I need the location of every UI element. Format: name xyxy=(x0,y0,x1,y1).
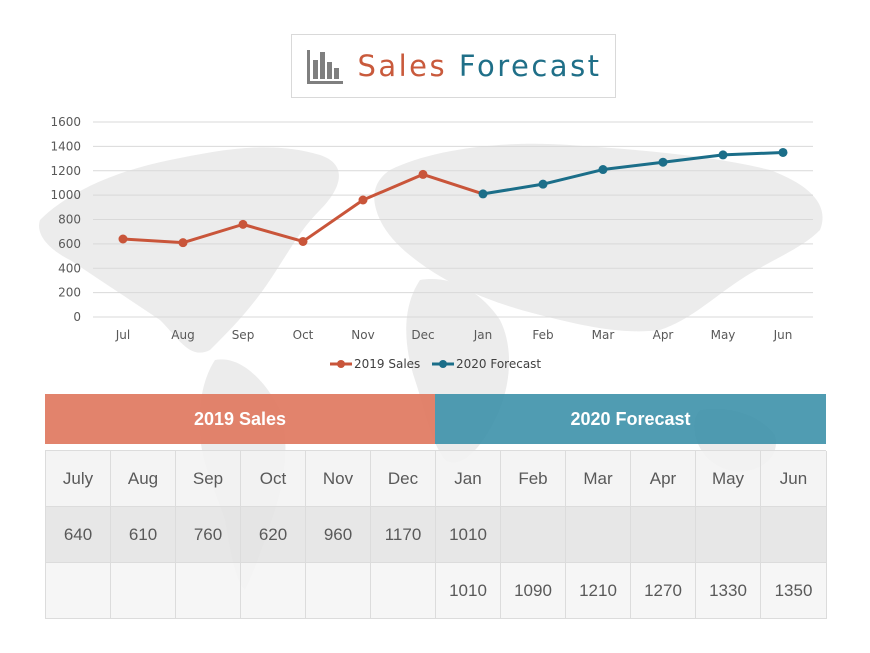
x-tick-label: May xyxy=(711,328,736,342)
x-tick-label: Aug xyxy=(171,328,194,342)
y-tick-label: 400 xyxy=(58,261,81,275)
x-tick-label: Feb xyxy=(532,328,553,342)
data-point xyxy=(238,219,248,229)
month-cell: Sep xyxy=(176,451,241,507)
x-axis-ticks: Jul Aug Sep Oct Nov Dec Jan Feb Mar Apr May Jun xyxy=(115,328,793,342)
forecast-cell xyxy=(111,563,176,619)
series-line-1 xyxy=(482,150,784,196)
legend-label: 2020 Forecast xyxy=(456,357,541,371)
page-title: Sales Forecast xyxy=(357,49,601,83)
forecast-cell: 1350 xyxy=(761,563,827,619)
sales-cell: 760 xyxy=(176,507,241,563)
sales-cell: 1010 xyxy=(436,507,501,563)
data-point xyxy=(598,165,608,175)
data-point xyxy=(778,147,788,157)
line-chart: 0 200 400 600 800 1000 1200 1400 1600 Jul Aug Sep O… xyxy=(50,115,813,371)
forecast-header: 2020 Forecast xyxy=(435,394,826,444)
data-point xyxy=(658,157,668,167)
x-tick-label: Jul xyxy=(115,328,130,342)
forecast-cell: 1330 xyxy=(696,563,761,619)
sales-cell xyxy=(696,507,761,563)
y-tick-label: 600 xyxy=(58,237,81,251)
sales-cell: 610 xyxy=(111,507,176,563)
data-point xyxy=(718,150,728,160)
chart-legend: 2019 Sales 2020 Forecast xyxy=(330,357,541,371)
month-cell: Jan xyxy=(436,451,501,507)
data-point xyxy=(418,169,428,179)
series-line-0 xyxy=(122,172,484,245)
y-tick-label: 200 xyxy=(58,286,81,300)
y-tick-label: 1200 xyxy=(50,164,81,178)
x-tick-label: Sep xyxy=(232,328,255,342)
sales-cell: 960 xyxy=(306,507,371,563)
forecast-cell xyxy=(176,563,241,619)
month-cell: Apr xyxy=(631,451,696,507)
sales-header: 2019 Sales xyxy=(45,394,435,444)
table-row-months: July Aug Sep Oct Nov Dec Jan Feb Mar Apr May Jun xyxy=(46,451,827,507)
month-cell: July xyxy=(46,451,111,507)
series-lines xyxy=(122,150,784,245)
sales-cell: 1170 xyxy=(371,507,436,563)
forecast-cell xyxy=(306,563,371,619)
forecast-cell: 1010 xyxy=(436,563,501,619)
month-cell: Nov xyxy=(306,451,371,507)
month-cell: May xyxy=(696,451,761,507)
forecast-cell xyxy=(371,563,436,619)
month-cell: Jun xyxy=(761,451,827,507)
bar-chart-icon xyxy=(307,50,344,84)
month-cell: Mar xyxy=(566,451,631,507)
sales-cell: 620 xyxy=(241,507,306,563)
x-tick-label: Dec xyxy=(411,328,434,342)
month-cell: Oct xyxy=(241,451,306,507)
x-tick-label: Jan xyxy=(473,328,493,342)
y-tick-label: 1400 xyxy=(50,139,81,153)
title-forecast: Forecast xyxy=(458,49,602,83)
y-tick-label: 0 xyxy=(73,310,81,324)
title-sales: Sales xyxy=(357,49,448,83)
forecast-cell xyxy=(241,563,306,619)
sales-cell xyxy=(566,507,631,563)
x-tick-label: Jun xyxy=(773,328,793,342)
forecast-cell: 1090 xyxy=(501,563,566,619)
legend-label: 2019 Sales xyxy=(354,357,420,371)
month-cell: Aug xyxy=(111,451,176,507)
data-point xyxy=(478,189,488,199)
data-point xyxy=(118,234,128,244)
x-tick-label: Apr xyxy=(653,328,674,342)
x-tick-label: Mar xyxy=(592,328,615,342)
table-row-sales: 640 610 760 620 960 1170 1010 xyxy=(46,507,827,563)
y-axis-ticks: 0 200 400 600 800 1000 1200 1400 1600 xyxy=(50,115,81,324)
data-point xyxy=(298,236,308,246)
month-cell: Feb xyxy=(501,451,566,507)
table-row-forecast: 1010 1090 1210 1270 1330 1350 xyxy=(46,563,827,619)
forecast-cell xyxy=(46,563,111,619)
y-tick-label: 1000 xyxy=(50,188,81,202)
data-point xyxy=(178,238,188,248)
sales-cell xyxy=(761,507,827,563)
month-cell: Dec xyxy=(371,451,436,507)
data-point xyxy=(538,179,548,189)
x-tick-label: Oct xyxy=(293,328,314,342)
legend-swatch-marker xyxy=(439,360,447,368)
table-group-headers: 2019 Sales 2020 Forecast xyxy=(45,394,826,444)
forecast-cell: 1270 xyxy=(631,563,696,619)
sales-cell xyxy=(631,507,696,563)
y-tick-label: 1600 xyxy=(50,115,81,129)
gridlines xyxy=(93,121,813,318)
data-point xyxy=(358,195,368,205)
table-grid: July Aug Sep Oct Nov Dec Jan Feb Mar Apr May Jun 64… xyxy=(45,450,827,619)
forecast-cell: 1210 xyxy=(566,563,631,619)
sales-cell: 640 xyxy=(46,507,111,563)
title-box: Sales Forecast xyxy=(291,34,616,98)
y-tick-label: 800 xyxy=(58,213,81,227)
sales-cell xyxy=(501,507,566,563)
legend-swatch-marker xyxy=(337,360,345,368)
data-table: 2019 Sales 2020 Forecast July Aug Sep Oct No… xyxy=(45,394,827,619)
x-tick-label: Nov xyxy=(351,328,374,342)
